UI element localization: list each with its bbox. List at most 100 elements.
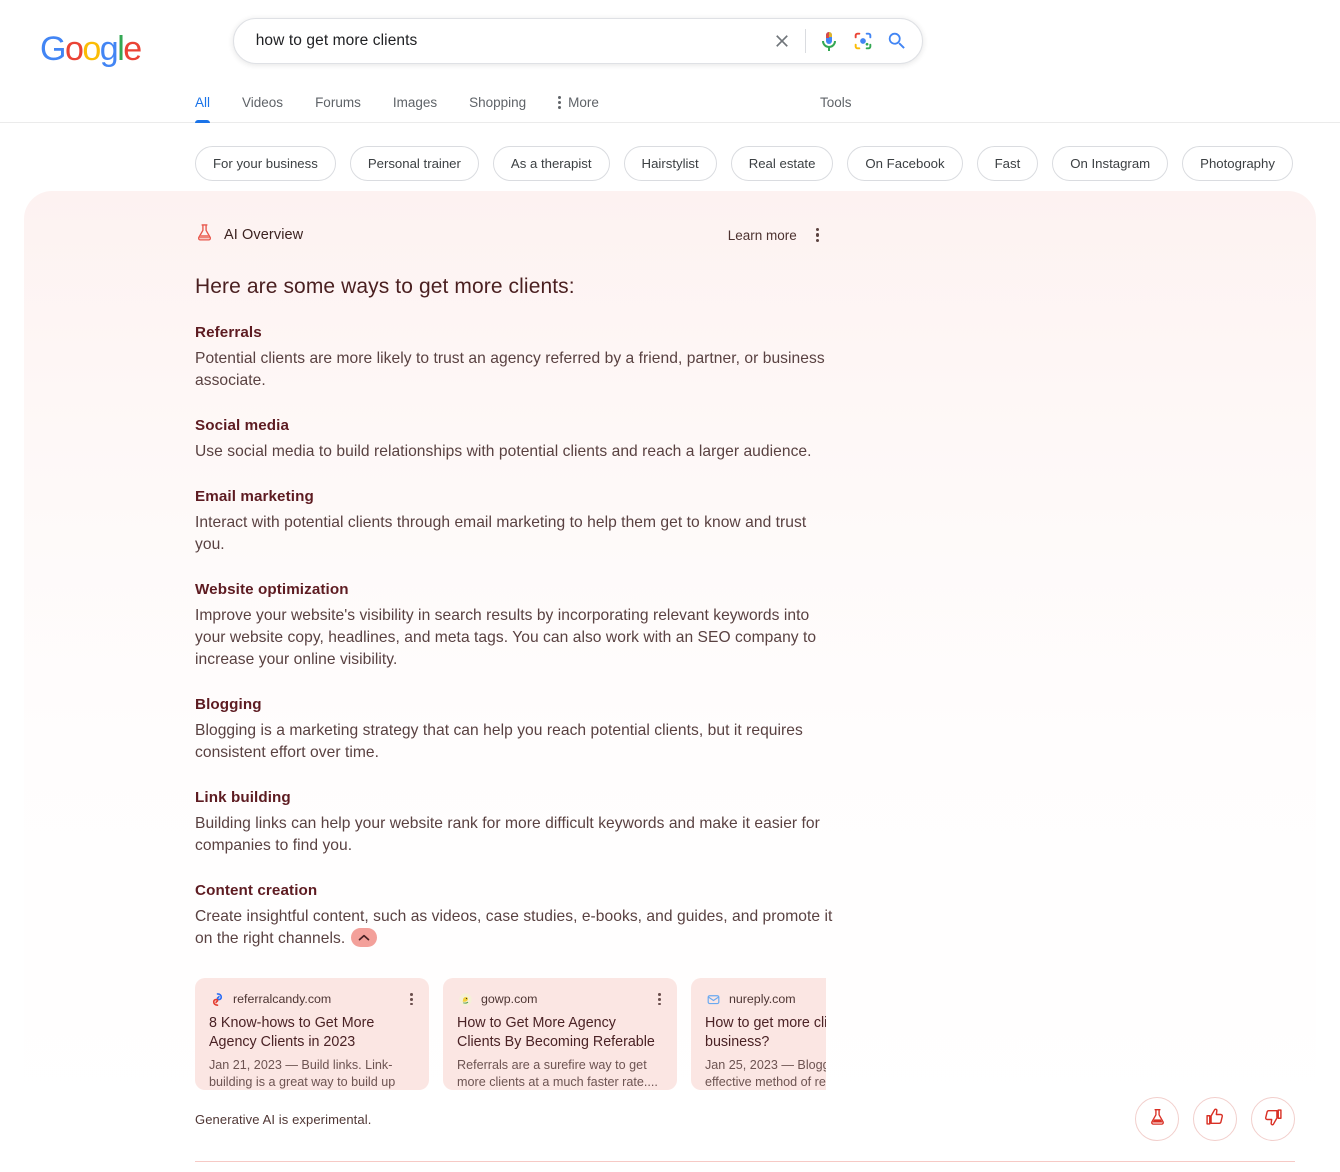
more-label: More [568,94,599,110]
tab-images-label: Images [392,94,438,110]
flask-icon [1148,1107,1167,1132]
page-header: Google [0,0,1340,82]
gowp-bird-icon [457,991,473,1007]
learn-more-link[interactable]: Learn more [728,228,797,243]
thumb-down-button[interactable] [1251,1097,1295,1141]
section-social-media: Social media Use social media to build r… [195,417,835,463]
chip-label: On Instagram [1070,155,1151,171]
chip-on-facebook[interactable]: On Facebook [847,145,963,181]
search-bar[interactable] [232,18,923,64]
section-body: Use social media to build relationships … [195,443,812,460]
source-title: 8 Know-hows to Get More Agency Clients i… [209,1015,375,1050]
search-nav-bar: All Videos Forums Images Shopping More T… [0,82,1340,123]
tab-all[interactable]: All [195,82,211,123]
chip-hairstylist[interactable]: Hairstylist [623,145,717,181]
feedback-buttons [1135,1097,1295,1141]
tab-forums-label: Forums [315,94,361,110]
section-heading: Content creation [195,882,318,899]
source-cards-carousel[interactable]: referralcandy.com 8 Know-hows to Get Mor… [195,978,826,1090]
ai-overview-title: Here are some ways to get more clients: [195,275,575,298]
more-vert-icon[interactable] [812,224,823,247]
section-website-optimization: Website optimization Improve your websit… [195,581,835,671]
section-link-building: Link building Building links can help yo… [195,789,835,857]
chip-photography[interactable]: Photography [1182,145,1293,181]
chip-label: Fast [994,155,1021,171]
chip-label: For your business [213,155,318,171]
google-lens-icon[interactable] [846,24,880,58]
more-vert-icon[interactable] [408,991,415,1007]
section-body: Improve your website's visibility in sea… [195,607,817,668]
chip-real-estate[interactable]: Real estate [730,145,834,181]
section-heading: Email marketing [195,488,314,505]
search-input[interactable] [255,32,765,50]
search-icon[interactable] [880,24,914,58]
tab-all-label: All [195,94,211,110]
search-divider [804,29,806,53]
section-heading: Website optimization [195,581,349,598]
tools-button[interactable]: Tools [820,82,852,122]
source-snippet: Jan 25, 2023 — Blogging is an effective … [705,1058,826,1089]
nav-tabs: All Videos Forums Images Shopping More T… [0,82,1340,123]
tab-videos[interactable]: Videos [242,82,283,122]
section-body: Create insightful content, such as video… [195,906,835,950]
more-vert-icon[interactable] [656,991,663,1007]
section-blogging: Blogging Blogging is a marketing strateg… [195,696,835,764]
tools-label: Tools [820,94,852,110]
tab-images[interactable]: Images [393,82,437,122]
section-heading: Blogging [195,696,262,713]
section-body-text: Create insightful content, such as video… [195,908,833,947]
ai-overview-footer: Generative AI is experimental. [195,1097,1295,1141]
section-content-creation: Content creation Create insightful conte… [195,882,835,950]
chip-fast[interactable]: Fast [976,145,1039,181]
section-body: Potential clients are more likely to tru… [195,350,825,389]
source-card[interactable]: nureply.com How to get more clients for … [691,978,826,1090]
section-body: Interact with potential clients through … [195,514,807,553]
tab-videos-label: Videos [242,94,284,110]
google-logo[interactable]: Google [40,30,142,69]
chip-on-instagram[interactable]: On Instagram [1052,145,1169,181]
source-card[interactable]: referralcandy.com 8 Know-hows to Get Mor… [195,978,429,1090]
section-heading: Link building [195,789,291,806]
referralcandy-swirl-icon [209,991,225,1007]
chip-label: Real estate [748,155,816,171]
more-filters-button[interactable]: More [558,82,599,122]
chip-for-your-business[interactable]: For your business [195,145,336,181]
section-divider [195,1161,1295,1162]
chip-label: Photography [1200,155,1275,171]
source-domain: gowp.com [481,992,538,1007]
nureply-envelope-icon [705,991,721,1007]
microphone-icon[interactable] [812,24,846,58]
ai-overview-brand: AI Overview [195,222,303,248]
chip-label: On Facebook [865,155,945,171]
ai-overview-label: AI Overview [224,227,304,243]
chip-label: As a therapist [510,155,592,171]
ai-overview-header: AI Overview Learn more [195,191,823,248]
section-referrals: Referrals Potential clients are more lik… [195,324,835,392]
tab-shopping[interactable]: Shopping [469,82,526,122]
generative-ai-note: Generative AI is experimental. [195,1111,372,1127]
source-snippet: Referrals are a surefire way to get more… [457,1058,658,1090]
source-snippet: Jan 21, 2023 — Build links. Link-buildin… [209,1058,396,1090]
thumb-down-icon [1263,1107,1283,1132]
more-vert-icon [558,95,562,109]
source-domain: referralcandy.com [233,992,332,1007]
source-domain: nureply.com [729,992,796,1006]
chip-label: Personal trainer [367,155,461,171]
tab-forums[interactable]: Forums [315,82,361,122]
section-body: Building links can help your website ran… [195,815,820,854]
chip-personal-trainer[interactable]: Personal trainer [349,145,479,181]
thumb-up-button[interactable] [1193,1097,1237,1141]
section-body: Blogging is a marketing strategy that ca… [195,722,803,761]
chip-as-a-therapist[interactable]: As a therapist [492,145,610,181]
chevron-up-icon[interactable] [351,928,378,948]
source-title: How to Get More Agency Clients By Becomi… [457,1015,655,1050]
chip-label: Hairstylist [641,155,699,171]
close-icon[interactable] [765,24,799,58]
ai-overview-panel: AI Overview Learn more Here are some way… [24,191,1316,1132]
section-heading: Referrals [195,324,262,341]
source-card[interactable]: gowp.com How to Get More Agency Clients … [443,978,677,1090]
section-heading: Social media [195,417,290,434]
flask-feedback-button[interactable] [1135,1097,1179,1141]
source-title: How to get more clients for your busines… [705,1015,826,1050]
section-email-marketing: Email marketing Interact with potential … [195,488,835,556]
